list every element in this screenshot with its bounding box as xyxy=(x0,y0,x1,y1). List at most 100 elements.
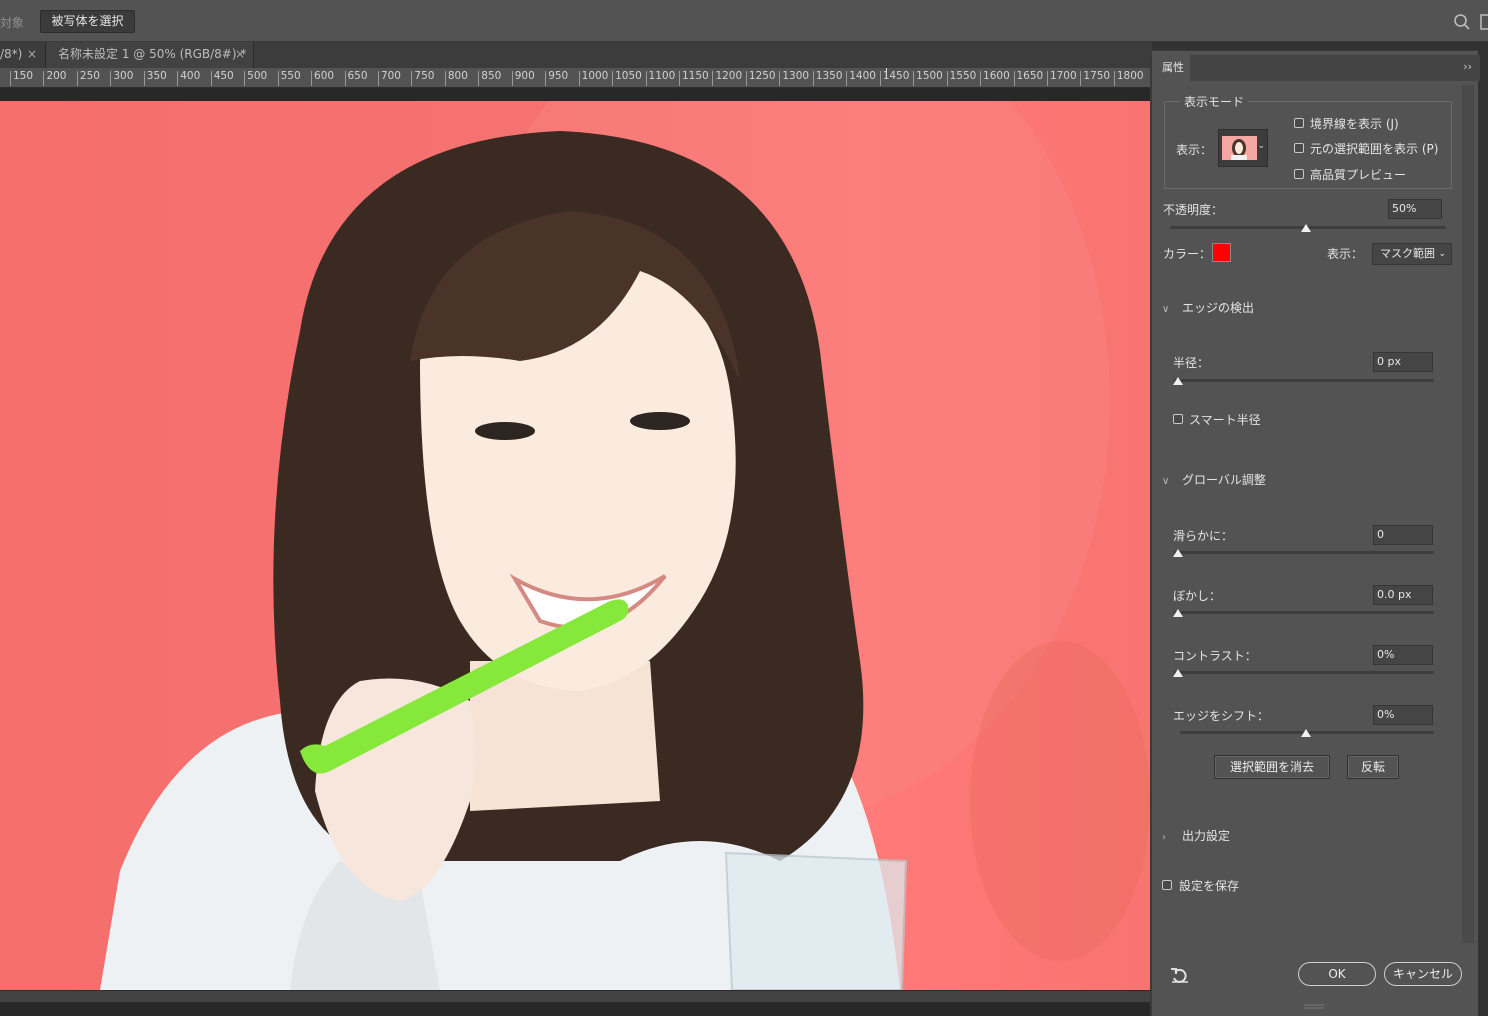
ruler-tick-label: 700 xyxy=(377,71,401,86)
radius-input[interactable]: 0 px xyxy=(1373,352,1433,372)
properties-panel: 属性 ›› 表示モード 表示： ⌄ 境界線を表示 (J) 元の選択範囲を表示 (… xyxy=(1150,50,1480,1016)
resize-grip-icon[interactable] xyxy=(1302,1003,1326,1009)
tab-active-document[interactable]: 名称未設定 1 @ 50% (RGB/8#) * × xyxy=(46,42,254,68)
shift-edge-label: エッジをシフト： xyxy=(1173,709,1270,723)
horizontal-ruler: 150 200 250 300 350 400 450 500 550 600 650 700 750 8… xyxy=(0,68,1152,88)
feather-label: ぼかし： xyxy=(1173,589,1222,603)
show-original-checkbox[interactable] xyxy=(1294,143,1304,153)
remember-settings-checkbox[interactable] xyxy=(1162,880,1172,890)
ruler-tick-label: 1050 xyxy=(612,71,642,86)
smooth-slider[interactable] xyxy=(1174,551,1434,554)
global-refinements-title: グローバル調整 xyxy=(1182,473,1266,487)
ruler-tick-label: 600 xyxy=(311,71,334,86)
portrait-photo xyxy=(100,101,1150,990)
tab-label: 名称未設定 1 @ 50% (RGB/8#) * xyxy=(58,47,247,61)
invert-button[interactable]: 反転 xyxy=(1347,755,1399,779)
ruler-tick-label: 150 xyxy=(10,71,33,86)
ruler-tick-label: 1450 xyxy=(879,71,909,86)
document-canvas[interactable] xyxy=(0,101,1150,990)
show-edge-label: 境界線を表示 (J) xyxy=(1310,117,1399,131)
ruler-tick-label: 200 xyxy=(43,71,66,86)
tab-previous-document[interactable]: /8*) × xyxy=(0,42,46,68)
remember-settings-label: 設定を保存 xyxy=(1179,879,1240,893)
high-quality-checkbox[interactable] xyxy=(1294,169,1304,179)
high-quality-label: 高品質プレビュー xyxy=(1310,168,1407,182)
tab-properties[interactable]: 属性 xyxy=(1152,55,1190,81)
smart-radius-label: スマート半径 xyxy=(1189,413,1261,427)
ruler-tick-label: 300 xyxy=(110,71,133,86)
chevron-right-icon: › xyxy=(1162,832,1166,843)
radius-slider-handle[interactable] xyxy=(1173,377,1183,385)
ruler-tick-label: 500 xyxy=(244,71,267,86)
ruler-tick-label: 1000 xyxy=(578,71,608,86)
ruler-tick-label: 1650 xyxy=(1013,71,1043,86)
feather-slider[interactable] xyxy=(1174,611,1434,614)
display-label: 表示： xyxy=(1327,247,1364,261)
view-label: 表示： xyxy=(1176,143,1213,157)
ruler-tick-label: 1800 xyxy=(1113,71,1144,86)
contrast-label: コントラスト： xyxy=(1173,649,1257,663)
document-tab-bar: /8*) × 名称未設定 1 @ 50% (RGB/8#) * × xyxy=(0,42,1152,68)
view-thumbnail xyxy=(1222,136,1257,160)
feather-slider-handle[interactable] xyxy=(1173,609,1183,617)
ruler-tick-label: 350 xyxy=(143,71,167,86)
search-icon[interactable] xyxy=(1453,13,1471,31)
clear-selection-button[interactable]: 選択範囲を消去 xyxy=(1214,755,1330,779)
collapse-panel-icon[interactable]: ›› xyxy=(1463,60,1472,73)
contrast-slider[interactable] xyxy=(1174,671,1434,674)
global-refinements-section[interactable]: ∨ グローバル調整 xyxy=(1162,471,1266,488)
ok-button[interactable]: OK xyxy=(1298,962,1376,986)
shift-edge-input[interactable]: 0% xyxy=(1373,705,1433,725)
ruler-tick-label: 400 xyxy=(177,71,200,86)
chevron-down-icon: ⌄ xyxy=(1257,141,1265,151)
ruler-tick-label: 850 xyxy=(478,71,501,86)
ruler-tick-label: 1700 xyxy=(1046,71,1077,86)
edge-detection-title: エッジの検出 xyxy=(1182,301,1255,315)
color-label: カラー： xyxy=(1163,247,1212,261)
horizontal-scrollbar[interactable] xyxy=(0,990,1152,1002)
reset-icon[interactable] xyxy=(1170,966,1190,984)
view-mode-legend: 表示モード xyxy=(1180,93,1249,110)
radius-label: 半径： xyxy=(1173,356,1210,370)
panel-scrollbar[interactable] xyxy=(1462,85,1474,943)
chevron-down-icon: ∨ xyxy=(1162,476,1170,487)
opacity-input[interactable]: 50% xyxy=(1388,199,1442,219)
chevron-down-icon: ⌄ xyxy=(1438,249,1446,259)
workspace-icon[interactable] xyxy=(1480,13,1488,31)
ruler-tick-label: 250 xyxy=(76,71,100,86)
panel-header: 属性 ›› xyxy=(1152,55,1480,81)
ruler-tick-label: 1200 xyxy=(712,71,742,86)
view-mode-dropdown[interactable]: ⌄ xyxy=(1218,129,1268,167)
ruler-tick-label: 550 xyxy=(277,71,301,86)
contrast-slider-handle[interactable] xyxy=(1173,669,1183,677)
edge-detection-section[interactable]: ∨ エッジの検出 xyxy=(1162,299,1254,316)
opacity-slider-handle[interactable] xyxy=(1301,224,1311,232)
ruler-tick-label: 1100 xyxy=(645,71,675,86)
options-bar: 対象 被写体を選択 xyxy=(0,0,1488,42)
ruler-tick-label: 1750 xyxy=(1080,71,1110,86)
smooth-input[interactable]: 0 xyxy=(1373,525,1433,545)
photoshop-window: 対象 被写体を選択 /8*) × 名称未設定 1 @ 50% (RGB/8#) … xyxy=(0,0,1488,1016)
ruler-tick-label: 750 xyxy=(411,71,434,86)
output-settings-section[interactable]: › 出力設定 xyxy=(1162,827,1230,844)
ruler-tick-label: 800 xyxy=(444,71,468,86)
close-icon[interactable]: × xyxy=(235,42,245,66)
show-edge-checkbox[interactable] xyxy=(1294,118,1304,128)
close-icon[interactable]: × xyxy=(27,42,37,66)
display-select-value: マスク範囲 xyxy=(1380,247,1435,260)
cancel-button[interactable]: キャンセル xyxy=(1384,962,1462,986)
smooth-slider-handle[interactable] xyxy=(1173,549,1183,557)
radius-slider[interactable] xyxy=(1174,379,1434,382)
feather-input[interactable]: 0.0 px xyxy=(1373,585,1433,605)
chevron-down-icon: ∨ xyxy=(1162,304,1170,315)
select-subject-button[interactable]: 被写体を選択 xyxy=(40,10,135,33)
output-settings-title: 出力設定 xyxy=(1182,829,1231,843)
ruler-tick-label: 450 xyxy=(210,71,234,86)
ruler-tick-label: 950 xyxy=(545,71,568,86)
display-select[interactable]: マスク範囲 ⌄ xyxy=(1372,243,1452,265)
ruler-tick-label: 1300 xyxy=(779,71,809,86)
smart-radius-checkbox[interactable] xyxy=(1173,414,1183,424)
overlay-color-swatch[interactable] xyxy=(1212,243,1231,262)
contrast-input[interactable]: 0% xyxy=(1373,645,1433,665)
shift-edge-slider-handle[interactable] xyxy=(1301,729,1311,737)
